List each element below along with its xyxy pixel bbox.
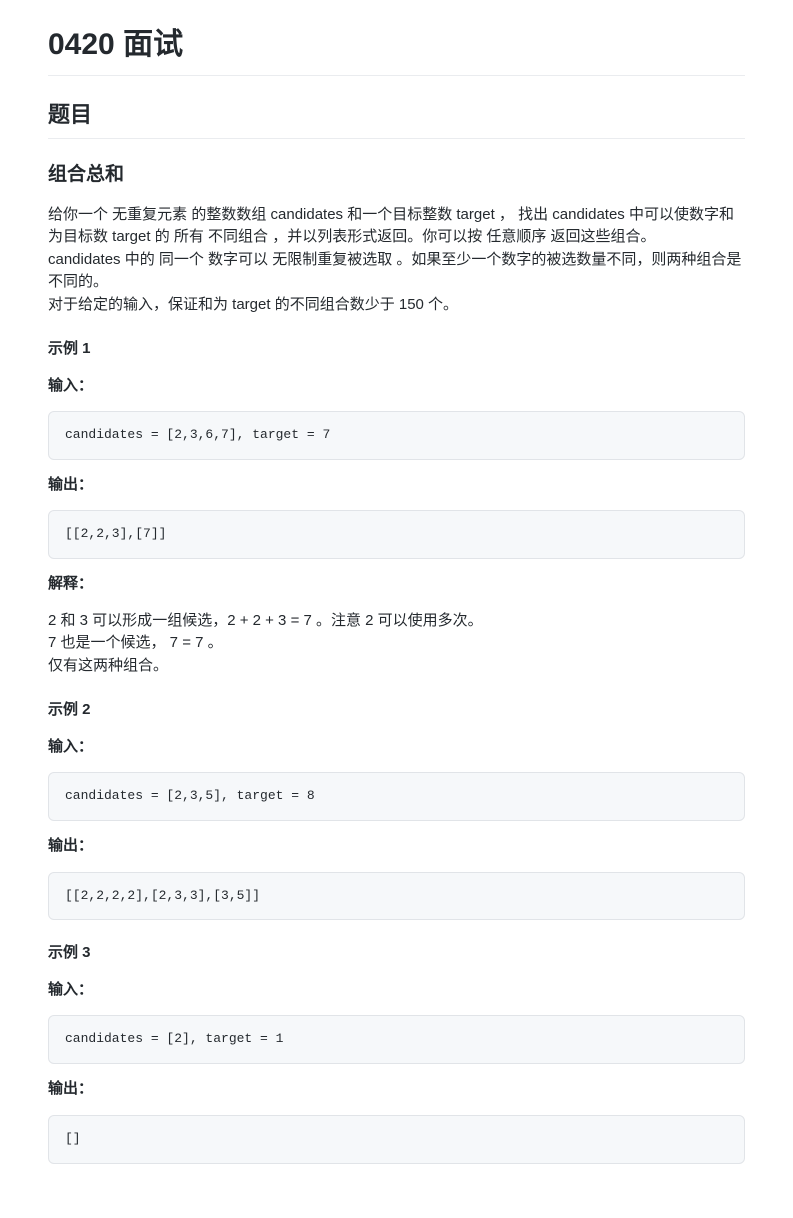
- example-heading: 示例 3: [48, 942, 745, 965]
- code-block-output: []: [48, 1115, 745, 1164]
- code-block-input: candidates = [2,3,5], target = 8: [48, 772, 745, 821]
- explain-body: 2 和 3 可以形成一组候选，2 + 2 + 3 = 7 。注意 2 可以使用多…: [48, 610, 745, 678]
- code-block-input: candidates = [2,3,6,7], target = 7: [48, 411, 745, 460]
- input-label: 输入：: [48, 738, 93, 755]
- explain-line: 7 也是一个候选， 7 = 7 。: [48, 632, 745, 655]
- example-heading: 示例 2: [48, 699, 745, 722]
- desc-line: 给你一个 无重复元素 的整数数组 candidates 和一个目标整数 targ…: [48, 204, 745, 249]
- output-label: 输出：: [48, 1080, 93, 1097]
- input-label: 输入：: [48, 377, 93, 394]
- input-label: 输入：: [48, 981, 93, 998]
- output-label: 输出：: [48, 837, 93, 854]
- example-heading: 示例 1: [48, 338, 745, 361]
- section-heading: 题目: [48, 98, 745, 139]
- explain-line: 仅有这两种组合。: [48, 655, 745, 678]
- code-block-output: [[2,2,3],[7]]: [48, 510, 745, 559]
- desc-line: candidates 中的 同一个 数字可以 无限制重复被选取 。如果至少一个数…: [48, 249, 745, 294]
- output-label: 输出：: [48, 476, 93, 493]
- problem-description: 给你一个 无重复元素 的整数数组 candidates 和一个目标整数 targ…: [48, 204, 745, 317]
- explain-label: 解释：: [48, 575, 93, 592]
- code-block-input: candidates = [2], target = 1: [48, 1015, 745, 1064]
- desc-line: 对于给定的输入，保证和为 target 的不同组合数少于 150 个。: [48, 294, 745, 317]
- page-title: 0420 面试: [48, 22, 745, 76]
- explain-line: 2 和 3 可以形成一组候选，2 + 2 + 3 = 7 。注意 2 可以使用多…: [48, 610, 745, 633]
- code-block-output: [[2,2,2,2],[2,3,3],[3,5]]: [48, 872, 745, 921]
- problem-title: 组合总和: [48, 161, 745, 190]
